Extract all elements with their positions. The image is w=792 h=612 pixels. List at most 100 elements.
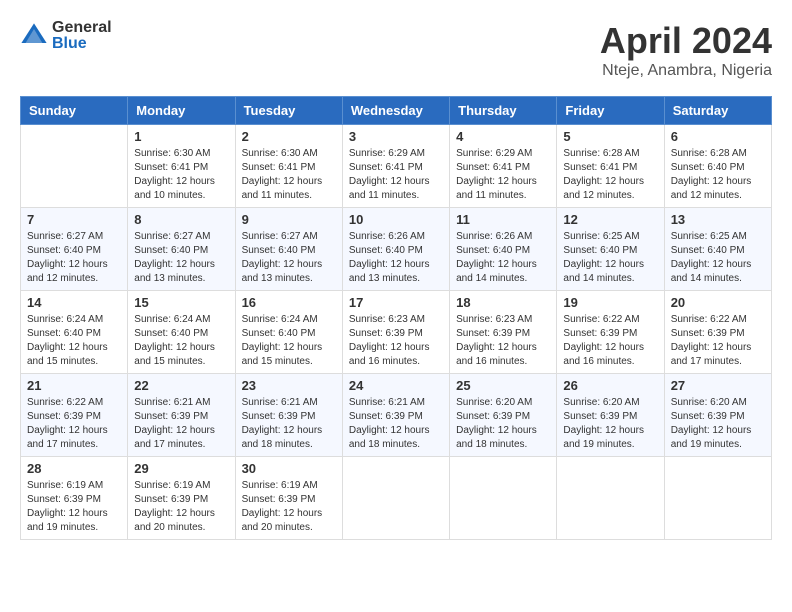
day-number: 7 — [27, 212, 121, 227]
day-number: 16 — [242, 295, 336, 310]
day-number: 26 — [563, 378, 657, 393]
calendar-header-monday: Monday — [128, 97, 235, 125]
day-number: 22 — [134, 378, 228, 393]
day-info: Sunrise: 6:19 AMSunset: 6:39 PMDaylight:… — [242, 479, 336, 535]
page-header: General Blue April 2024 Nteje, Anambra, … — [20, 20, 772, 80]
title-block: April 2024 Nteje, Anambra, Nigeria — [600, 20, 772, 80]
day-info: Sunrise: 6:29 AMSunset: 6:41 PMDaylight:… — [349, 147, 443, 203]
day-number: 3 — [349, 129, 443, 144]
day-number: 11 — [456, 212, 550, 227]
day-info: Sunrise: 6:25 AMSunset: 6:40 PMDaylight:… — [563, 230, 657, 286]
day-number: 14 — [27, 295, 121, 310]
calendar-cell: 6Sunrise: 6:28 AMSunset: 6:40 PMDaylight… — [664, 125, 771, 208]
calendar-cell: 12 Sunrise: 6:25 AMSunset: 6:40 PMDayligh… — [557, 208, 664, 291]
day-number: 15 — [134, 295, 228, 310]
day-number: 29 — [134, 461, 228, 476]
logo-text: General Blue — [52, 20, 112, 52]
calendar-cell — [557, 457, 664, 540]
day-info: Sunrise: 6:25 AMSunset: 6:40 PMDaylight:… — [671, 230, 765, 286]
day-info: Sunrise: 6:29 AMSunset: 6:41 PMDaylight:… — [456, 147, 550, 203]
calendar-cell: 2Sunrise: 6:30 AMSunset: 6:41 PMDaylight… — [235, 125, 342, 208]
calendar-week-4: 21Sunrise: 6:22 AMSunset: 6:39 PMDayligh… — [21, 374, 772, 457]
day-info: Sunrise: 6:28 AMSunset: 6:41 PMDaylight:… — [563, 147, 657, 203]
day-info: Sunrise: 6:21 AMSunset: 6:39 PMDaylight:… — [242, 396, 336, 452]
calendar-cell: 19Sunrise: 6:22 AMSunset: 6:39 PMDayligh… — [557, 291, 664, 374]
calendar-cell: 18 Sunrise: 6:23 AMSunset: 6:39 PMDayligh… — [450, 291, 557, 374]
day-number: 28 — [27, 461, 121, 476]
calendar-cell: 5 Sunrise: 6:28 AMSunset: 6:41 PMDaylight… — [557, 125, 664, 208]
calendar-body: 1 Sunrise: 6:30 AMSunset: 6:41 PMDaylight… — [21, 125, 772, 540]
day-number: 5 — [563, 129, 657, 144]
logo: General Blue — [20, 20, 112, 52]
day-number: 25 — [456, 378, 550, 393]
day-info: Sunrise: 6:26 AMSunset: 6:40 PMDaylight:… — [349, 230, 443, 286]
day-number: 17 — [349, 295, 443, 310]
calendar-cell: 8Sunrise: 6:27 AMSunset: 6:40 PMDaylight… — [128, 208, 235, 291]
calendar-cell: 3 Sunrise: 6:29 AMSunset: 6:41 PMDaylight… — [342, 125, 449, 208]
calendar-cell: 25 Sunrise: 6:20 AMSunset: 6:39 PMDayligh… — [450, 374, 557, 457]
day-info: Sunrise: 6:24 AMSunset: 6:40 PMDaylight:… — [242, 313, 336, 369]
day-info: Sunrise: 6:28 AMSunset: 6:40 PMDaylight:… — [671, 147, 765, 203]
day-number: 12 — [563, 212, 657, 227]
logo-icon — [20, 22, 48, 50]
calendar-cell: 7Sunrise: 6:27 AMSunset: 6:40 PMDaylight… — [21, 208, 128, 291]
subtitle: Nteje, Anambra, Nigeria — [600, 62, 772, 80]
day-info: Sunrise: 6:23 AMSunset: 6:39 PMDaylight:… — [349, 313, 443, 369]
day-info: Sunrise: 6:24 AMSunset: 6:40 PMDaylight:… — [134, 313, 228, 369]
calendar-header-row: SundayMondayTuesdayWednesdayThursdayFrid… — [21, 97, 772, 125]
day-number: 30 — [242, 461, 336, 476]
day-number: 19 — [563, 295, 657, 310]
logo-general: General — [52, 20, 112, 36]
calendar-cell: 4 Sunrise: 6:29 AMSunset: 6:41 PMDaylight… — [450, 125, 557, 208]
day-info: Sunrise: 6:19 AMSunset: 6:39 PMDaylight:… — [134, 479, 228, 535]
day-info: Sunrise: 6:30 AMSunset: 6:41 PMDaylight:… — [242, 147, 336, 203]
calendar-week-1: 1 Sunrise: 6:30 AMSunset: 6:41 PMDaylight… — [21, 125, 772, 208]
day-info: Sunrise: 6:20 AMSunset: 6:39 PMDaylight:… — [563, 396, 657, 452]
day-number: 23 — [242, 378, 336, 393]
day-info: Sunrise: 6:22 AMSunset: 6:39 PMDaylight:… — [27, 396, 121, 452]
calendar-header-sunday: Sunday — [21, 97, 128, 125]
calendar-cell — [21, 125, 128, 208]
calendar-cell: 13Sunrise: 6:25 AMSunset: 6:40 PMDayligh… — [664, 208, 771, 291]
day-number: 18 — [456, 295, 550, 310]
day-info: Sunrise: 6:30 AMSunset: 6:41 PMDaylight:… — [134, 147, 228, 203]
calendar-cell: 30 Sunrise: 6:19 AMSunset: 6:39 PMDayligh… — [235, 457, 342, 540]
calendar-cell: 1 Sunrise: 6:30 AMSunset: 6:41 PMDaylight… — [128, 125, 235, 208]
day-info: Sunrise: 6:27 AMSunset: 6:40 PMDaylight:… — [134, 230, 228, 286]
calendar-cell: 20 Sunrise: 6:22 AMSunset: 6:39 PMDayligh… — [664, 291, 771, 374]
day-number: 24 — [349, 378, 443, 393]
day-info: Sunrise: 6:26 AMSunset: 6:40 PMDaylight:… — [456, 230, 550, 286]
day-info: Sunrise: 6:22 AMSunset: 6:39 PMDaylight:… — [671, 313, 765, 369]
calendar-cell: 27Sunrise: 6:20 AMSunset: 6:39 PMDayligh… — [664, 374, 771, 457]
calendar-cell: 10 Sunrise: 6:26 AMSunset: 6:40 PMDayligh… — [342, 208, 449, 291]
logo-blue: Blue — [52, 36, 112, 52]
day-number: 10 — [349, 212, 443, 227]
calendar-header-tuesday: Tuesday — [235, 97, 342, 125]
day-number: 20 — [671, 295, 765, 310]
calendar-cell: 17 Sunrise: 6:23 AMSunset: 6:39 PMDayligh… — [342, 291, 449, 374]
calendar-week-3: 14 Sunrise: 6:24 AMSunset: 6:40 PMDayligh… — [21, 291, 772, 374]
day-number: 9 — [242, 212, 336, 227]
calendar-cell: 28 Sunrise: 6:19 AMSunset: 6:39 PMDayligh… — [21, 457, 128, 540]
day-info: Sunrise: 6:27 AMSunset: 6:40 PMDaylight:… — [242, 230, 336, 286]
calendar-cell — [450, 457, 557, 540]
day-info: Sunrise: 6:21 AMSunset: 6:39 PMDaylight:… — [349, 396, 443, 452]
calendar-cell: 9 Sunrise: 6:27 AMSunset: 6:40 PMDaylight… — [235, 208, 342, 291]
calendar-cell: 15 Sunrise: 6:24 AMSunset: 6:40 PMDayligh… — [128, 291, 235, 374]
day-info: Sunrise: 6:24 AMSunset: 6:40 PMDaylight:… — [27, 313, 121, 369]
day-number: 4 — [456, 129, 550, 144]
calendar-cell: 24 Sunrise: 6:21 AMSunset: 6:39 PMDayligh… — [342, 374, 449, 457]
calendar-cell: 14 Sunrise: 6:24 AMSunset: 6:40 PMDayligh… — [21, 291, 128, 374]
calendar-cell — [342, 457, 449, 540]
main-title: April 2024 — [600, 20, 772, 62]
calendar-cell: 29 Sunrise: 6:19 AMSunset: 6:39 PMDayligh… — [128, 457, 235, 540]
day-info: Sunrise: 6:23 AMSunset: 6:39 PMDaylight:… — [456, 313, 550, 369]
calendar-header-saturday: Saturday — [664, 97, 771, 125]
day-number: 1 — [134, 129, 228, 144]
calendar-cell — [664, 457, 771, 540]
day-info: Sunrise: 6:20 AMSunset: 6:39 PMDaylight:… — [456, 396, 550, 452]
calendar-cell: 26 Sunrise: 6:20 AMSunset: 6:39 PMDayligh… — [557, 374, 664, 457]
calendar-cell: 23 Sunrise: 6:21 AMSunset: 6:39 PMDayligh… — [235, 374, 342, 457]
day-info: Sunrise: 6:19 AMSunset: 6:39 PMDaylight:… — [27, 479, 121, 535]
calendar-table: SundayMondayTuesdayWednesdayThursdayFrid… — [20, 96, 772, 540]
